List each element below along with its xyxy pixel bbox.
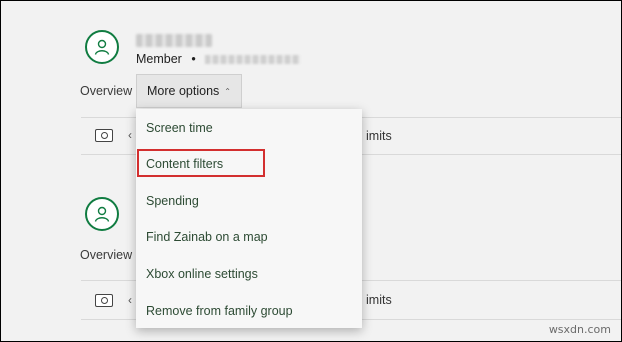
- overview-link-1[interactable]: Overview: [80, 84, 132, 98]
- menu-item-find-on-map[interactable]: Find Zainab on a map: [146, 230, 268, 244]
- watermark: wsxdn.com: [548, 323, 611, 336]
- more-options-menu: Screen time Content filters Spending Fin…: [136, 109, 362, 328]
- avatar-1[interactable]: [85, 30, 119, 64]
- menu-item-xbox-online-settings[interactable]: Xbox online settings: [146, 267, 258, 281]
- money-icon: [95, 294, 113, 307]
- row-tail-1: ‹: [128, 128, 132, 142]
- menu-item-spending[interactable]: Spending: [146, 194, 199, 208]
- person-icon: [94, 39, 110, 55]
- limits-text-2: imits: [366, 293, 392, 307]
- member-email-redacted: [205, 55, 301, 65]
- more-options-button[interactable]: More options ⌃: [136, 74, 242, 108]
- money-icon: [95, 129, 113, 142]
- person-icon: [94, 206, 110, 222]
- avatar-2[interactable]: [85, 197, 119, 231]
- more-options-label: More options: [147, 84, 220, 98]
- member-role-line: Member •: [136, 52, 301, 66]
- separator-dot: •: [191, 52, 196, 66]
- menu-item-screen-time[interactable]: Screen time: [146, 121, 213, 135]
- family-page: Member • Overview More options ⌃ ‹ imits…: [1, 1, 621, 341]
- row-tail-2: ‹: [128, 293, 132, 307]
- limits-text-1: imits: [366, 129, 392, 143]
- member-name-redacted: [136, 34, 212, 47]
- member-role: Member: [136, 52, 182, 66]
- menu-item-remove-from-family[interactable]: Remove from family group: [146, 304, 293, 318]
- chevron-icon: ⌃: [224, 86, 231, 96]
- highlight-box: [137, 149, 265, 177]
- overview-link-2[interactable]: Overview: [80, 248, 132, 262]
